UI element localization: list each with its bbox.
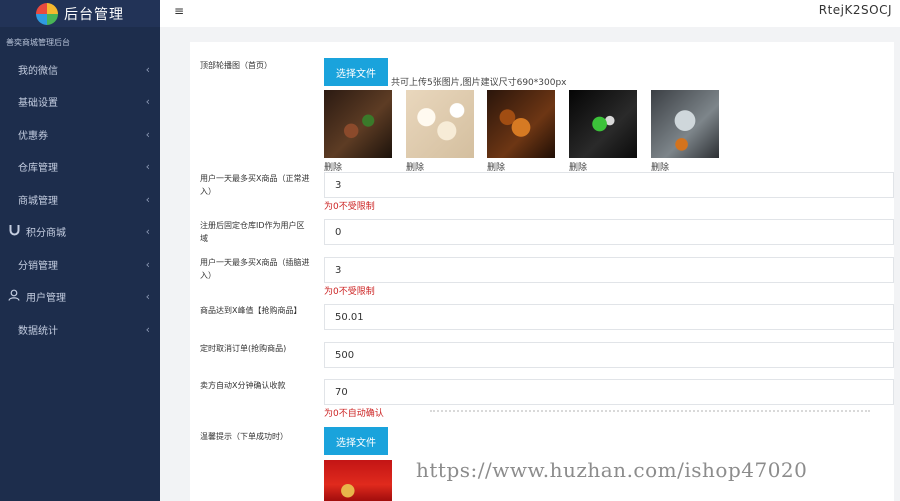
sidebar-item-label: 仓库管理 [18,163,58,175]
chevron-left-icon: ‹ [145,192,150,206]
sidebar-item-label: 基础设置 [18,98,58,110]
success-tip-image [324,460,392,501]
sidebar-item-points-mall[interactable]: 积分商城 ‹ [0,216,160,249]
sidebar: 后台管理 善奕商城管理后台 我的微信 ‹ 基础设置 ‹ 优惠券 ‹ 仓库管理 ‹… [0,0,160,501]
carousel-image [324,90,392,158]
carousel-label: 顶部轮播图（首页） [200,61,272,70]
watermark-dots [430,392,870,412]
field-label: 卖方自动X分钟确认收款 [200,381,286,390]
sidebar-item-distribution[interactable]: 分销管理 ‹ [0,248,160,281]
sidebar-item-label: 商城管理 [18,195,58,207]
chevron-left-icon: ‹ [145,160,150,174]
brand[interactable]: 后台管理 [0,0,160,27]
sidebar-item-coupons[interactable]: 优惠券 ‹ [0,118,160,151]
brand-title: 后台管理 [64,6,124,23]
auto-cancel-input[interactable]: 500 [324,342,894,368]
chevron-left-icon: ‹ [145,95,150,109]
daily-limit-alt-input[interactable]: 3 [324,257,894,283]
success-tip-label: 温馨提示（下单成功时） [200,432,288,441]
field-note: 为0不受限制 [324,287,375,297]
settings-form: 顶部轮播图（首页） 选择文件 共可上传5张图片,图片建议尺寸690*300px … [190,42,894,501]
field-label: 商品达到X峰值【抢购商品】 [200,306,302,315]
chevron-left-icon: ‹ [145,290,150,304]
sidebar-subtitle: 善奕商城管理后台 [6,38,70,47]
sidebar-item-basic-settings[interactable]: 基础设置 ‹ [0,86,160,119]
user-icon [8,289,20,304]
field-note: 为0不受限制 [324,202,375,212]
field-label: 用户一天最多买X商品（正常进入） [200,174,310,196]
sidebar-item-label: 数据统计 [18,325,58,337]
sidebar-item-label: 用户管理 [26,293,66,305]
sidebar-item-warehouse[interactable]: 仓库管理 ‹ [0,151,160,184]
watermark: https://www.huzhan.com/ishop47020 [416,458,808,482]
peak-value-input[interactable]: 50.01 [324,304,894,330]
carousel-choose-file-button[interactable]: 选择文件 [324,58,388,86]
carousel-image [406,90,474,158]
username[interactable]: RtejK2SOCJ [819,3,892,17]
field-label: 注册后固定仓库ID作为用户区域 [200,221,305,243]
hamburger-menu-icon[interactable]: ≡ [174,4,184,18]
carousel-image [487,90,555,158]
carousel-image [569,90,637,158]
sidebar-item-label: 分销管理 [18,260,58,272]
sidebar-item-users[interactable]: 用户管理 ‹ [0,281,160,314]
sidebar-item-label: 积分商城 [26,228,66,240]
magnet-icon [8,224,20,239]
carousel-upload-hint: 共可上传5张图片,图片建议尺寸690*300px [391,78,567,88]
sidebar-item-wechat[interactable]: 我的微信 ‹ [0,53,160,86]
carousel-image [651,90,719,158]
field-label: 用户一天最多买X商品（插脑进入） [200,258,310,280]
sidebar-item-mall[interactable]: 商城管理 ‹ [0,183,160,216]
success-tip-choose-file-button[interactable]: 选择文件 [324,427,388,455]
sidebar-menu: 我的微信 ‹ 基础设置 ‹ 优惠券 ‹ 仓库管理 ‹ 商城管理 ‹ 积分商城 ‹… [0,53,160,346]
sidebar-item-statistics[interactable]: 数据统计 ‹ [0,313,160,346]
chevron-left-icon: ‹ [145,322,150,336]
carousel-thumbnails: 删除 删除 删除 删除 删除 [324,90,744,174]
field-label: 定时取消订单(抢购商品) [200,344,287,353]
chevron-left-icon: ‹ [145,62,150,76]
topbar: ≡ RtejK2SOCJ [160,0,900,27]
sidebar-item-label: 优惠券 [18,130,48,142]
chevron-left-icon: ‹ [145,225,150,239]
chevron-left-icon: ‹ [145,127,150,141]
chevron-left-icon: ‹ [145,257,150,271]
sidebar-item-label: 我的微信 [18,65,58,77]
warehouse-id-input[interactable]: 0 [324,219,894,245]
field-note: 为0不自动确认 [324,409,384,419]
brand-logo [36,2,58,25]
daily-limit-normal-input[interactable]: 3 [324,172,894,198]
